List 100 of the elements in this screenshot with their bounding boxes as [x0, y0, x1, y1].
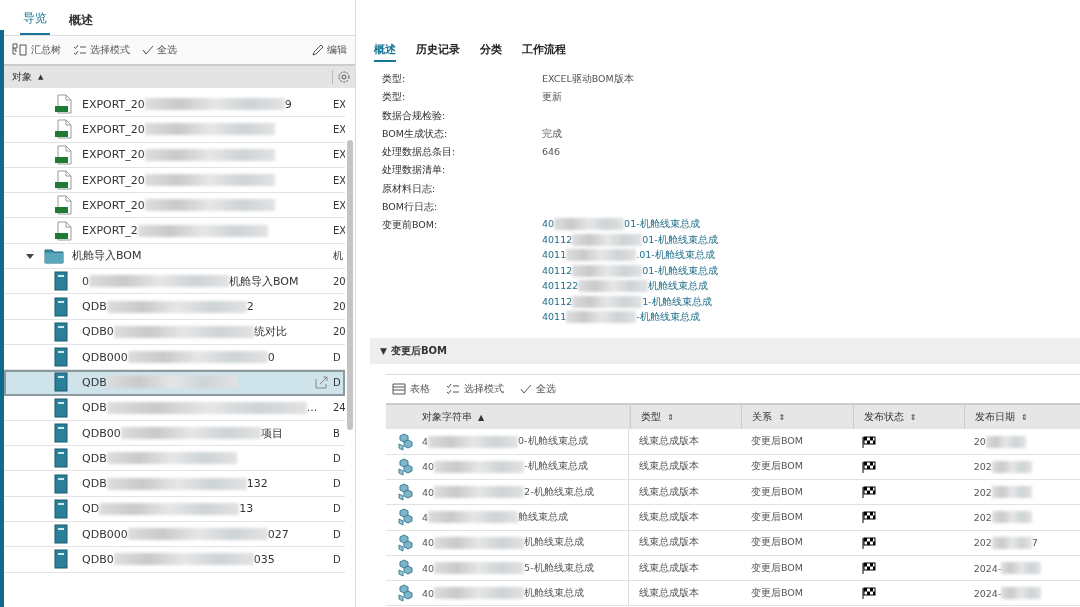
tab[interactable]: 历史记录	[416, 42, 460, 60]
bom-link[interactable]: 401122 机舱线束总成	[542, 278, 718, 294]
table-cell: 线束总成版本	[639, 586, 700, 600]
table-cell-text: 机	[333, 248, 344, 263]
tab[interactable]: 概述	[66, 8, 96, 35]
object-name: EXPORT_2	[82, 224, 138, 238]
table-cell: EX	[333, 199, 345, 211]
tree-row[interactable]: QDB 2 20	[4, 294, 345, 320]
select-mode-button[interactable]: 选择模式	[446, 382, 504, 397]
tree-row[interactable]: QDB00 项目 B	[4, 420, 345, 447]
expand-caret-icon[interactable]	[26, 251, 34, 260]
share-icon[interactable]	[315, 375, 329, 390]
tree-row[interactable]: QDB D	[4, 370, 345, 396]
column-header[interactable]: 对象字符串 ▲	[386, 405, 631, 430]
object-name: 机舱导入BOM	[229, 273, 299, 289]
object-name: EXPORT_20	[82, 198, 145, 212]
table-cell: 20	[333, 326, 345, 338]
date-cell: 2024-	[973, 587, 1002, 599]
date-cell: 202	[973, 511, 992, 523]
table-cell: 线束总成版本	[639, 485, 700, 499]
select-mode-button[interactable]: 选择模式	[73, 43, 130, 57]
pencil-icon	[312, 44, 324, 56]
object-name: QDB0	[82, 325, 114, 339]
object-name: 027	[267, 527, 289, 541]
folder-icon	[44, 247, 64, 264]
tree-icon	[12, 43, 28, 57]
table-cell-text: D	[333, 351, 342, 363]
bom-link[interactable]: 40 01-机舱线束总成	[542, 216, 718, 232]
bom-link[interactable]: 4011 -机舱线束总成	[542, 309, 718, 325]
summary-tree-button[interactable]: 汇总树	[12, 43, 61, 57]
bom-link[interactable]: 40112 01-机舱线束总成	[542, 231, 718, 248]
book-icon	[54, 321, 68, 342]
tree-row[interactable]: QDB000 027 D	[4, 522, 345, 548]
object-string: 4	[422, 436, 429, 447]
cube-stack-icon	[398, 584, 414, 603]
property-label: 处理数据总条目:	[382, 145, 457, 160]
object-name: ...	[306, 401, 318, 415]
tree-row[interactable]: EXPORT_20 EX	[4, 193, 345, 219]
table-cell: 20	[333, 275, 345, 287]
column-header[interactable]: 对象	[12, 70, 32, 84]
object-string: 2-机舱线束总成	[524, 485, 594, 499]
tree-row[interactable]: QDB ... 24	[4, 395, 345, 421]
column-header[interactable]: 发布状态 ⇕	[852, 405, 964, 430]
object-name: 132	[246, 477, 268, 491]
tab[interactable]: 概述	[374, 42, 396, 62]
table-view-button[interactable]: 表格	[392, 382, 430, 397]
tree-row[interactable]: EXPORT_20 EX	[4, 117, 345, 143]
edit-button[interactable]: 编辑	[312, 43, 347, 57]
cube-stack-icon	[398, 559, 414, 577]
table-cell: EX	[333, 174, 345, 186]
tree-row[interactable]: QDB 132 D	[4, 471, 345, 497]
object-string: 5-机舱线束总成	[524, 561, 594, 575]
redacted-text	[1001, 587, 1042, 600]
object-name: QDB000	[82, 350, 128, 364]
check-icon	[520, 384, 532, 395]
tree-row[interactable]: QDB0 统对比 20	[4, 319, 345, 345]
book-icon	[54, 524, 68, 545]
table-cell-text: D	[333, 376, 342, 388]
column-header[interactable]: 类型 ⇕	[630, 405, 742, 430]
tab[interactable]: 工作流程	[522, 42, 566, 60]
tree-row[interactable]: EXPORT_2 EX	[4, 218, 345, 244]
section-header[interactable]: ▼ 变更后BOM	[370, 338, 1080, 365]
select-all-button[interactable]: 全选	[142, 43, 177, 57]
bom-link[interactable]: 40112 1-机舱线束总成	[542, 293, 718, 310]
tree-row[interactable]: 机舱导入BOM 机	[4, 243, 345, 270]
bom-link[interactable]: 40112 01-机舱线束总成	[542, 262, 718, 279]
column-header[interactable]: 关系 ⇕	[741, 405, 853, 430]
object-string: 40	[422, 587, 435, 599]
object-name: 9	[284, 97, 292, 111]
book-icon	[54, 473, 68, 494]
table-cell: 线束总成版本	[639, 435, 700, 448]
redacted-text	[554, 218, 625, 231]
book-icon	[54, 372, 68, 393]
checklist-icon	[446, 383, 460, 396]
settings-icon[interactable]	[332, 70, 351, 84]
tab[interactable]: 分类	[480, 42, 502, 60]
redacted-text	[566, 249, 637, 262]
tree-row[interactable]: QD 13 D	[4, 496, 345, 523]
tree-row[interactable]: EXPORT_20 EX	[4, 167, 345, 194]
column-header[interactable]: 发布日期 ⇕	[963, 405, 1080, 430]
tree-row[interactable]: QDB0 035 D	[4, 547, 345, 573]
object-name: 035	[253, 553, 275, 566]
bom-link[interactable]: 4011 .01-机舱线束总成	[542, 247, 718, 263]
object-string: 舱线束总成	[518, 510, 569, 524]
tree-row[interactable]: QDB D	[4, 446, 345, 472]
object-string: 0-机舱线束总成	[518, 435, 588, 448]
property-label: BOM行日志:	[382, 200, 439, 215]
property-label: 原材料日志:	[382, 181, 437, 196]
table-cell: 24	[333, 402, 345, 414]
tree-row[interactable]: EXPORT_20 9 EX	[4, 92, 345, 118]
table-cell-text: B	[333, 427, 341, 439]
tree-row[interactable]: 0 机舱导入BOM 20	[4, 269, 345, 295]
tree-row[interactable]: EXPORT_20 EX	[4, 142, 345, 168]
redacted-text	[991, 511, 1032, 524]
object-string: 机舱线束总成	[524, 586, 585, 600]
object-name: EXPORT_20	[82, 97, 145, 111]
table-cell: EX	[333, 225, 345, 237]
select-all-button[interactable]: 全选	[520, 382, 556, 397]
table-cell-text: D	[333, 452, 342, 464]
book-icon	[54, 448, 68, 469]
